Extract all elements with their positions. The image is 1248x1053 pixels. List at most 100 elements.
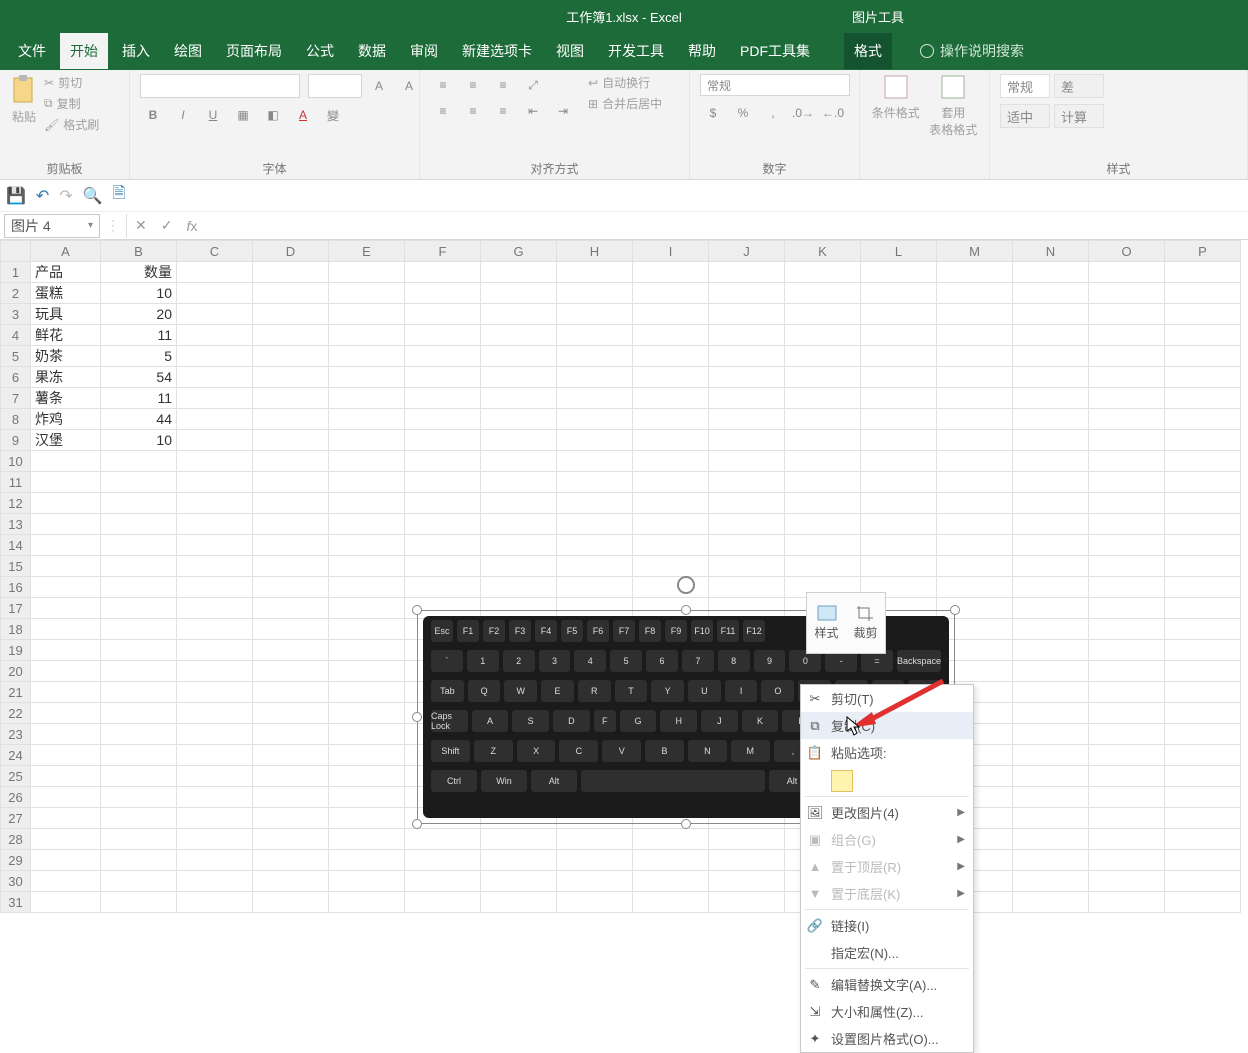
cell[interactable] — [1013, 535, 1089, 556]
cell[interactable] — [1089, 619, 1165, 640]
cell[interactable] — [253, 661, 329, 682]
cell[interactable] — [1089, 850, 1165, 871]
cell[interactable] — [101, 451, 177, 472]
tab-home[interactable]: 开始 — [60, 33, 108, 69]
tab-view[interactable]: 视图 — [546, 33, 594, 69]
cell[interactable] — [1013, 409, 1089, 430]
cell[interactable] — [405, 451, 481, 472]
cell[interactable] — [1089, 556, 1165, 577]
cell[interactable] — [177, 388, 253, 409]
row-header[interactable]: 3 — [1, 304, 31, 325]
cell[interactable] — [1089, 535, 1165, 556]
cell[interactable] — [633, 871, 709, 892]
cell[interactable] — [1013, 514, 1089, 535]
cell[interactable] — [1013, 430, 1089, 451]
cell[interactable] — [861, 304, 937, 325]
cell[interactable] — [405, 409, 481, 430]
cell[interactable] — [557, 367, 633, 388]
cell[interactable] — [1165, 325, 1241, 346]
cell[interactable] — [329, 724, 405, 745]
cell[interactable] — [481, 304, 557, 325]
cell[interactable] — [1165, 556, 1241, 577]
cell[interactable] — [1165, 283, 1241, 304]
row-header[interactable]: 26 — [1, 787, 31, 808]
cell[interactable] — [405, 262, 481, 283]
cell[interactable] — [253, 346, 329, 367]
row-header[interactable]: 1 — [1, 262, 31, 283]
cell[interactable] — [1089, 283, 1165, 304]
row-header[interactable]: 15 — [1, 556, 31, 577]
cell[interactable] — [785, 325, 861, 346]
cell[interactable] — [1013, 871, 1089, 892]
col-header[interactable]: N — [1013, 241, 1089, 262]
cell[interactable]: 11 — [101, 325, 177, 346]
ctx-paste-option-1[interactable] — [831, 770, 853, 792]
cell[interactable] — [937, 535, 1013, 556]
cell[interactable] — [937, 556, 1013, 577]
cell[interactable] — [177, 724, 253, 745]
cell[interactable] — [937, 451, 1013, 472]
cell[interactable] — [709, 472, 785, 493]
cell[interactable] — [1089, 724, 1165, 745]
cell[interactable] — [329, 619, 405, 640]
select-all-cell[interactable] — [1, 241, 31, 262]
fx-icon[interactable]: fx — [186, 218, 197, 234]
row-header[interactable]: 11 — [1, 472, 31, 493]
cell[interactable] — [709, 346, 785, 367]
cell[interactable] — [785, 493, 861, 514]
tab-format[interactable]: 格式 — [844, 33, 892, 69]
cell[interactable] — [101, 892, 177, 913]
cell[interactable] — [31, 703, 101, 724]
cell[interactable] — [785, 556, 861, 577]
cell[interactable] — [31, 892, 101, 913]
align-right-icon[interactable]: ≡ — [490, 100, 516, 122]
tab-file[interactable]: 文件 — [8, 33, 56, 69]
cell[interactable] — [405, 472, 481, 493]
cell[interactable] — [177, 598, 253, 619]
increase-font-icon[interactable]: A — [366, 75, 392, 97]
cell[interactable]: 44 — [101, 409, 177, 430]
cell[interactable] — [481, 850, 557, 871]
ctx-format-picture[interactable]: ✦设置图片格式(O)... — [801, 1025, 973, 1052]
cell[interactable] — [329, 535, 405, 556]
cell[interactable] — [177, 514, 253, 535]
cell[interactable] — [1165, 514, 1241, 535]
cell[interactable] — [329, 409, 405, 430]
cell[interactable] — [633, 367, 709, 388]
cell[interactable] — [31, 808, 101, 829]
cell[interactable] — [101, 640, 177, 661]
cell[interactable] — [101, 829, 177, 850]
cell[interactable] — [861, 451, 937, 472]
cell[interactable] — [861, 493, 937, 514]
row-header[interactable]: 24 — [1, 745, 31, 766]
row-header[interactable]: 9 — [1, 430, 31, 451]
cell[interactable] — [177, 892, 253, 913]
cell[interactable] — [861, 283, 937, 304]
cell[interactable] — [405, 829, 481, 850]
cell[interactable] — [329, 388, 405, 409]
cell[interactable] — [633, 493, 709, 514]
cell[interactable] — [785, 514, 861, 535]
cell[interactable] — [633, 430, 709, 451]
tab-draw[interactable]: 绘图 — [164, 33, 212, 69]
cell[interactable] — [329, 745, 405, 766]
cell[interactable] — [177, 829, 253, 850]
cell[interactable] — [785, 304, 861, 325]
cell[interactable] — [253, 787, 329, 808]
row-header[interactable]: 12 — [1, 493, 31, 514]
cell[interactable] — [557, 325, 633, 346]
cell[interactable] — [709, 577, 785, 598]
cell[interactable] — [329, 640, 405, 661]
cell[interactable] — [31, 598, 101, 619]
cell[interactable] — [937, 514, 1013, 535]
redo-icon[interactable]: ↷ — [59, 186, 72, 206]
cell[interactable] — [253, 640, 329, 661]
cell[interactable] — [1089, 787, 1165, 808]
cell[interactable] — [557, 472, 633, 493]
cell[interactable] — [329, 808, 405, 829]
cell[interactable] — [31, 682, 101, 703]
cell[interactable] — [253, 808, 329, 829]
resize-handle[interactable] — [950, 605, 960, 615]
cell[interactable] — [709, 892, 785, 913]
cell[interactable] — [557, 850, 633, 871]
